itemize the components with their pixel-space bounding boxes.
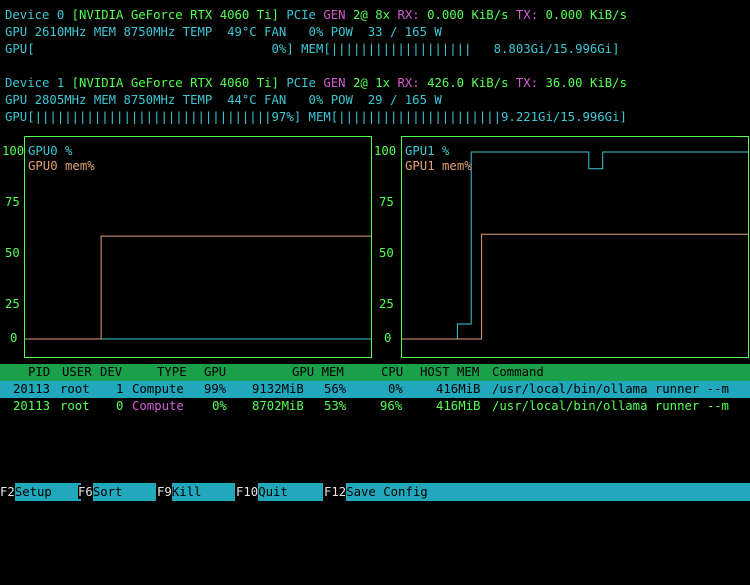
f10-quit-button[interactable]: F10Quit	[236, 483, 324, 501]
f10-key: F10	[236, 485, 259, 499]
f2-key: F2	[0, 485, 15, 499]
device1-name: [NVIDIA GeForce RTX 4060 Ti]	[71, 76, 279, 90]
row-pid: 20113	[13, 382, 51, 396]
gpu1-plot-area: GPU1 % GPU1 mem%	[401, 136, 749, 358]
device1-tx-value: 36.00 KiB/s	[545, 76, 627, 90]
device1-rx-label: RX:	[397, 76, 420, 90]
device1-line1: Device 1 [NVIDIA GeForce RTX 4060 Ti] PC…	[5, 75, 627, 92]
col-command[interactable]: Command	[492, 364, 544, 381]
row-host-mem: 416MiB	[436, 382, 481, 396]
row-gpu-mem: 8702MiB	[252, 399, 304, 413]
device1-rx-value: 426.0 KiB/s	[427, 76, 509, 90]
device1-gen-label: GEN	[323, 76, 346, 90]
process-row[interactable]: 20113 root 0 Compute 0% 8702MiB 53% 96% …	[0, 398, 750, 415]
row-dev: 0	[116, 399, 124, 413]
row-user: root	[60, 382, 90, 396]
device0-rx-label: RX:	[397, 8, 420, 22]
f9-key: F9	[157, 485, 172, 499]
device1-gen-value: 2@ 1x	[353, 76, 391, 90]
row-command: /usr/local/bin/ollama runner --m	[492, 382, 729, 396]
row-dev: 1	[116, 382, 124, 396]
col-gpu-mem[interactable]: GPU MEM	[292, 364, 344, 381]
device0-name: [NVIDIA GeForce RTX 4060 Ti]	[71, 8, 279, 22]
f2-setup-button[interactable]: F2Setup	[0, 483, 81, 501]
row-host-mem: 416MiB	[436, 399, 481, 413]
device0-mem-bar: MEM[||||||||||||||||||| 8.803Gi/15.996Gi…	[301, 42, 620, 56]
gpu0-ytick-100: 100	[2, 144, 25, 158]
device0-line1: Device 0 [NVIDIA GeForce RTX 4060 Ti] PC…	[5, 7, 627, 24]
row-type: Compute	[132, 399, 184, 413]
device0-gpu-bar: GPU[ 0%]	[5, 42, 294, 56]
gpu0-legend-mem: GPU0 mem%	[28, 159, 95, 173]
process-row[interactable]: 20113 root 1 Compute 99% 9132MiB 56% 0% …	[0, 381, 750, 398]
col-gpu[interactable]: GPU	[204, 364, 226, 381]
row-gpu-mem-pct: 53%	[324, 399, 347, 413]
gpu0-ytick-75: 75	[5, 195, 20, 209]
function-key-bar: F2Setup F6Sort F9Kill F10Quit F12Save Co…	[0, 483, 750, 501]
gpu1-legend: GPU1 % GPU1 mem%	[405, 144, 472, 174]
row-pid: 20113	[13, 399, 51, 413]
gpu0-ytick-0: 0	[10, 331, 18, 345]
device1-tx-label: TX:	[515, 76, 539, 90]
f12-label: Save Config	[346, 483, 750, 501]
device0-pcie: PCIe	[286, 8, 316, 22]
gpu0-legend-usage: GPU0 %	[28, 144, 73, 158]
gpu1-usage-line	[402, 151, 748, 340]
gpu1-ytick-100: 100	[374, 144, 397, 158]
f12-save-config-button[interactable]: F12Save Config	[324, 483, 750, 501]
row-type: Compute	[132, 382, 184, 396]
device0-stats: GPU 2610MHz MEM 8750MHz TEMP 49°C FAN 0%…	[5, 25, 442, 39]
gpu0-ytick-50: 50	[5, 246, 20, 260]
f6-sort-button[interactable]: F6Sort	[78, 483, 156, 501]
gpu0-ytick-25: 25	[5, 297, 20, 311]
row-gpu-mem-pct: 56%	[324, 382, 347, 396]
col-pid[interactable]: PID	[28, 364, 50, 381]
device1-gpu-bar: GPU[||||||||||||||||||||||||||||||||97%]	[5, 110, 302, 124]
gpu1-ytick-75: 75	[379, 195, 394, 209]
gpu0-chart: 100 75 50 25 0 GPU0 % GPU0 mem%	[0, 136, 372, 358]
process-table-header[interactable]: PID USER DEV TYPE GPU GPU MEM CPU HOST M…	[0, 364, 750, 381]
gpu1-legend-mem: GPU1 mem%	[405, 159, 472, 173]
row-gpu: 0%	[212, 399, 227, 413]
f9-label: Kill	[171, 483, 235, 501]
device1-label: Device 1	[5, 76, 65, 90]
gpu0-plot-area: GPU0 % GPU0 mem%	[24, 136, 372, 358]
gpu1-mem-line	[402, 233, 748, 340]
device0-rx-value: 0.000 KiB/s	[427, 8, 509, 22]
device0-tx-value: 0.000 KiB/s	[545, 8, 627, 22]
device1-pcie: PCIe	[286, 76, 316, 90]
device0-gen-value: 2@ 8x	[353, 8, 391, 22]
device0-tx-label: TX:	[515, 8, 539, 22]
gpu0-mem-line	[25, 235, 371, 340]
col-type[interactable]: TYPE	[157, 364, 187, 381]
gpu1-ytick-25: 25	[379, 297, 394, 311]
gpu1-ytick-50: 50	[379, 246, 394, 260]
device1-mem-bar: MEM[||||||||||||||||||||||9.221Gi/15.996…	[308, 110, 627, 124]
col-host-mem[interactable]: HOST MEM	[420, 364, 479, 381]
row-gpu: 99%	[204, 382, 227, 396]
col-user[interactable]: USER	[62, 364, 92, 381]
device0-bars: GPU[ 0%] MEM[||||||||||||||||||| 8.803Gi…	[5, 41, 620, 58]
row-gpu-mem: 9132MiB	[252, 382, 304, 396]
gpu1-legend-usage: GPU1 %	[405, 144, 450, 158]
col-dev[interactable]: DEV	[100, 364, 122, 381]
f10-label: Quit	[258, 483, 324, 501]
f2-label: Setup	[14, 483, 81, 501]
f12-key: F12	[324, 485, 347, 499]
f6-label: Sort	[92, 483, 156, 501]
col-cpu[interactable]: CPU	[381, 364, 403, 381]
device1-stats: GPU 2805MHz MEM 8750MHz TEMP 44°C FAN 0%…	[5, 93, 442, 107]
device0-label: Device 0	[5, 8, 65, 22]
row-cpu: 0%	[388, 382, 403, 396]
gpu1-ytick-0: 0	[384, 331, 392, 345]
device1-bars: GPU[||||||||||||||||||||||||||||||||97%]…	[5, 109, 627, 126]
row-command: /usr/local/bin/ollama runner --m	[492, 399, 729, 413]
device0-gen-label: GEN	[323, 8, 346, 22]
gpu0-legend: GPU0 % GPU0 mem%	[28, 144, 95, 174]
gpu1-chart: 100 75 50 25 0 GPU1 % GPU1 mem%	[374, 136, 750, 358]
row-cpu: 96%	[380, 399, 403, 413]
row-user: root	[60, 399, 90, 413]
f6-key: F6	[78, 485, 93, 499]
f9-kill-button[interactable]: F9Kill	[157, 483, 235, 501]
